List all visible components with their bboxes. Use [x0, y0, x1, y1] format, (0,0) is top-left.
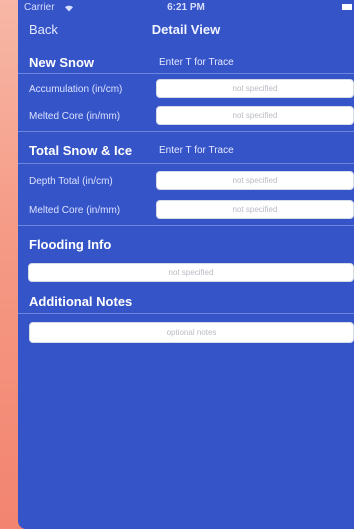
total-melted-core-input[interactable]: [157, 201, 353, 218]
additional-notes-field[interactable]: [29, 322, 354, 343]
divider: [18, 131, 354, 132]
new-snow-melted-core-input[interactable]: [157, 107, 353, 124]
divider: [18, 163, 354, 164]
additional-notes-input[interactable]: [30, 323, 353, 342]
nav-title: Detail View: [151, 22, 221, 37]
flooding-info-header: Flooding Info: [29, 237, 112, 252]
total-snow-trace-hint: Enter T for Trace: [159, 145, 234, 156]
flooding-info-field[interactable]: [28, 263, 354, 282]
flooding-info-input[interactable]: [29, 264, 353, 281]
battery-icon: [342, 4, 352, 10]
divider: [18, 225, 354, 226]
new-snow-trace-hint: Enter T for Trace: [159, 57, 234, 68]
new-snow-header: New Snow: [29, 55, 95, 70]
total-melted-core-label: Melted Core (in/mm): [29, 205, 121, 216]
additional-notes-header: Additional Notes: [29, 294, 133, 309]
status-time: 6:21 PM: [167, 2, 205, 13]
navigation-bar: Back Detail View: [18, 18, 354, 44]
accumulation-input[interactable]: [157, 80, 353, 97]
depth-total-field[interactable]: [156, 171, 354, 190]
divider: [18, 313, 354, 314]
new-snow-melted-core-label: Melted Core (in/mm): [29, 111, 121, 122]
total-melted-core-field[interactable]: [156, 200, 354, 219]
total-snow-header: Total Snow & Ice: [29, 143, 133, 158]
depth-total-label: Depth Total (in/cm): [29, 176, 113, 187]
accumulation-label: Accumulation (in/cm): [29, 84, 123, 95]
new-snow-melted-core-field[interactable]: [156, 106, 354, 125]
app-screen: Carrier 6:21 PM Back Detail View New Sno…: [18, 0, 354, 529]
accumulation-field[interactable]: [156, 79, 354, 98]
divider: [18, 73, 354, 74]
status-bar: Carrier 6:21 PM: [18, 0, 354, 16]
depth-total-input[interactable]: [157, 172, 353, 189]
